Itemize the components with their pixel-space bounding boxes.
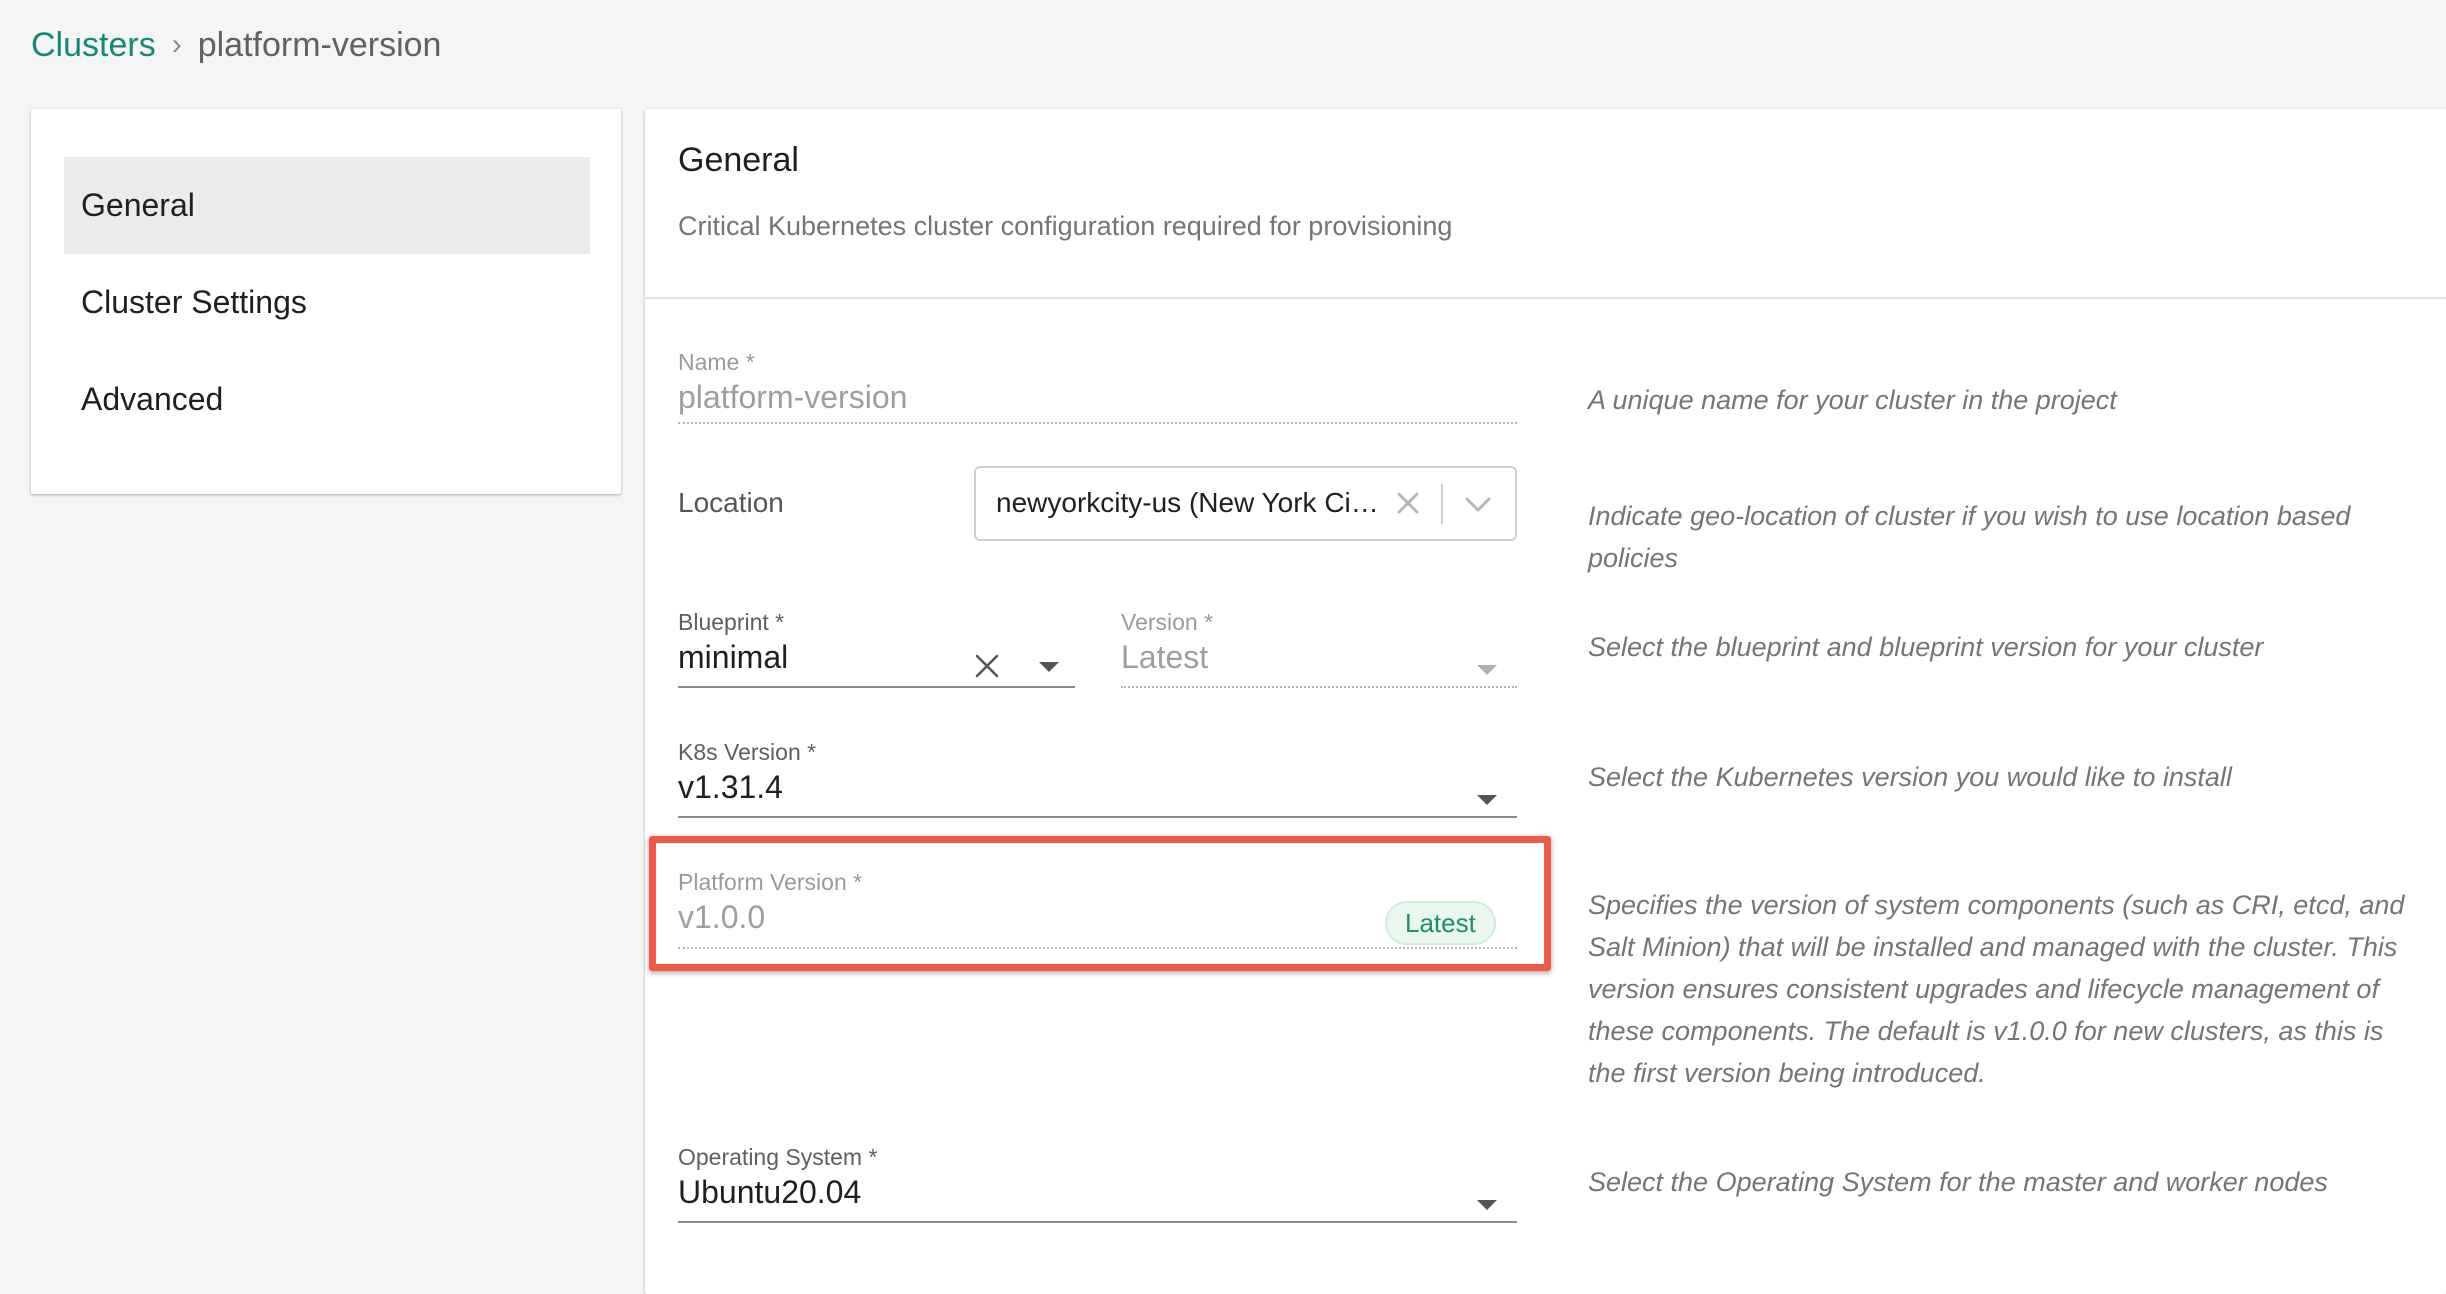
name-underline xyxy=(678,422,1517,424)
k8s-version-select[interactable]: K8s Version * v1.31.4 xyxy=(678,739,1517,824)
name-help: A unique name for your cluster in the pr… xyxy=(1588,385,2117,415)
name-input[interactable]: platform-version xyxy=(678,379,907,416)
nav-item-cluster-settings[interactable]: Cluster Settings xyxy=(64,254,590,351)
header-divider xyxy=(645,297,2446,299)
operating-system-label: Operating System * xyxy=(678,1144,878,1170)
blueprint-underline xyxy=(678,686,1075,688)
dropdown-arrow-icon[interactable] xyxy=(1039,662,1059,672)
dropdown-arrow-icon xyxy=(1477,665,1497,675)
blueprint-version-value: Latest xyxy=(1121,639,1209,675)
dropdown-arrow-icon[interactable] xyxy=(1477,1200,1497,1210)
location-select[interactable]: newyorkcity-us (New York City, US) xyxy=(974,466,1517,541)
nav-item-general[interactable]: General xyxy=(64,157,590,254)
nav-item-label: Cluster Settings xyxy=(81,284,307,320)
blueprint-label: Blueprint * xyxy=(678,609,785,635)
k8s-version-value: v1.31.4 xyxy=(678,769,783,805)
section-title: General xyxy=(678,141,799,179)
blueprint-help: Select the blueprint and blueprint versi… xyxy=(1588,632,2264,662)
dropdown-arrow-icon[interactable] xyxy=(1477,795,1497,805)
blueprint-value: minimal xyxy=(678,639,789,675)
name-label: Name * xyxy=(678,349,755,375)
section-subtitle: Critical Kubernetes cluster configuratio… xyxy=(678,211,1453,241)
operating-system-select[interactable]: Operating System * Ubuntu20.04 xyxy=(678,1144,1517,1229)
chevron-down-icon[interactable] xyxy=(1462,490,1494,518)
settings-nav: General Cluster Settings Advanced xyxy=(31,109,621,494)
k8s-version-help: Select the Kubernetes version you would … xyxy=(1588,762,2232,792)
nav-item-advanced[interactable]: Advanced xyxy=(64,351,590,448)
blueprint-version-select[interactable]: Version * Latest xyxy=(1121,609,1517,694)
latest-badge: Latest xyxy=(1385,901,1496,945)
operating-system-help: Select the Operating System for the mast… xyxy=(1588,1167,2328,1197)
platform-version-label: Platform Version * xyxy=(678,869,863,895)
clear-icon[interactable] xyxy=(1395,490,1421,516)
clear-icon[interactable] xyxy=(974,653,1000,679)
location-label: Location xyxy=(678,487,784,518)
breadcrumb-clusters-link[interactable]: Clusters xyxy=(31,26,156,65)
general-section-card: General Critical Kubernetes cluster conf… xyxy=(645,109,2446,1294)
blueprint-version-label: Version * xyxy=(1121,609,1214,635)
nav-item-label: General xyxy=(81,187,195,223)
operating-system-underline xyxy=(678,1221,1517,1223)
location-value: newyorkcity-us (New York City, US) xyxy=(996,487,1381,518)
platform-version-underline xyxy=(678,947,1517,949)
breadcrumb-current: platform-version xyxy=(197,25,442,64)
select-divider xyxy=(1441,484,1443,524)
nav-item-label: Advanced xyxy=(81,381,224,417)
blueprint-select[interactable]: Blueprint * minimal xyxy=(678,609,1075,694)
k8s-version-label: K8s Version * xyxy=(678,739,817,765)
blueprint-version-underline xyxy=(1121,686,1517,688)
platform-version-value: v1.0.0 xyxy=(678,899,766,935)
location-help: Indicate geo-location of cluster if you … xyxy=(1588,501,2351,573)
platform-version-help: Specifies the version of system componen… xyxy=(1588,890,2405,1088)
breadcrumb-separator: › xyxy=(171,28,182,61)
operating-system-value: Ubuntu20.04 xyxy=(678,1174,862,1210)
name-field[interactable]: Name * platform-version xyxy=(678,349,1517,429)
breadcrumb: Clusters › platform-version xyxy=(31,22,441,68)
k8s-version-underline xyxy=(678,816,1517,818)
